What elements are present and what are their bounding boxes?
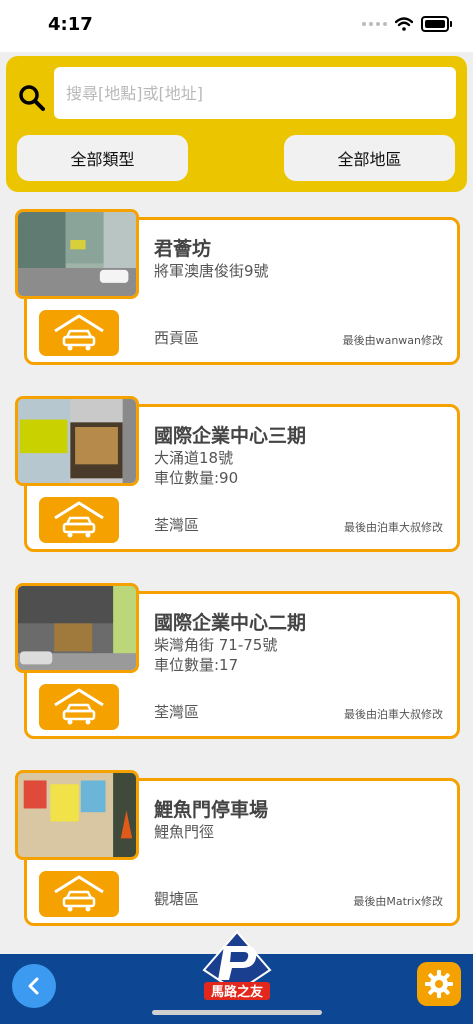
carpark-address: 鯉魚門徑 [154, 823, 215, 841]
carpark-name: 國際企業中心二期 [154, 612, 307, 634]
status-bar: 4:17 [0, 0, 473, 52]
logo-text: 馬路之友 [211, 984, 263, 1000]
last-edited: 最後由Matrix修改 [353, 895, 443, 908]
carpark-district: 荃灣區 [154, 703, 200, 721]
carpark-spaces: 車位數量:90 [154, 469, 239, 487]
battery-icon [421, 16, 452, 32]
carpark-name: 君薈坊 [154, 238, 212, 260]
status-time: 4:17 [48, 14, 93, 35]
car-park-icon [39, 871, 119, 917]
search-input[interactable] [54, 67, 456, 119]
type-filter-button[interactable]: 全部類型 [17, 135, 188, 181]
last-edited: 最後由泊車大叔修改 [344, 521, 443, 534]
carpark-name: 鯉魚門停車場 [154, 799, 269, 821]
carpark-district: 荃灣區 [154, 516, 200, 534]
carpark-photo[interactable] [15, 209, 139, 299]
app-logo: 馬路之友 [202, 930, 272, 1000]
carpark-address: 大涌道18號 [154, 449, 234, 467]
carpark-address: 柴灣角街 71-75號 [154, 636, 278, 654]
carpark-photo[interactable] [15, 770, 139, 860]
back-arrow-icon [28, 977, 39, 995]
last-edited: 最後由泊車大叔修改 [344, 708, 443, 721]
carpark-district: 觀塘區 [154, 890, 200, 908]
carpark-name: 國際企業中心三期 [154, 425, 307, 447]
carpark-photo[interactable] [15, 396, 139, 486]
last-edited: 最後由wanwan修改 [342, 334, 443, 347]
status-icons [362, 16, 452, 32]
gear-icon [425, 970, 453, 998]
car-park-icon [39, 497, 119, 543]
search-icon [19, 85, 45, 111]
car-park-icon [39, 684, 119, 730]
carpark-address: 將軍澳唐俊街9號 [154, 262, 269, 280]
back-button[interactable] [12, 964, 56, 1008]
car-park-icon [39, 310, 119, 356]
wifi-icon [395, 17, 413, 31]
carpark-photo[interactable] [15, 583, 139, 673]
signal-icon [362, 22, 387, 26]
region-filter-button[interactable]: 全部地區 [284, 135, 455, 181]
carpark-district: 西貢區 [154, 329, 200, 347]
home-indicator[interactable] [152, 1010, 322, 1015]
carpark-spaces: 車位數量:17 [154, 656, 239, 674]
settings-button[interactable] [417, 962, 461, 1006]
